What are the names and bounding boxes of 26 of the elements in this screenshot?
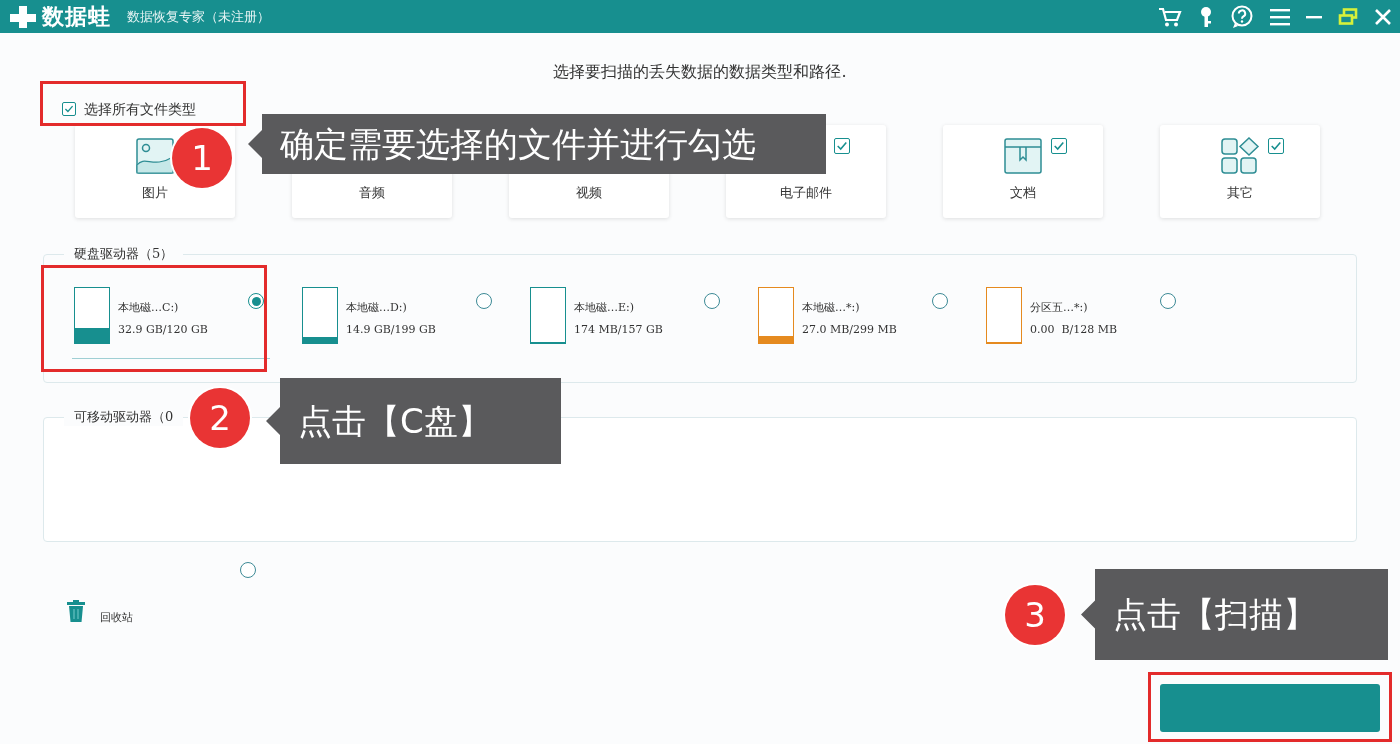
drive-name: 本地磁…E:) <box>574 300 636 316</box>
file-type-label: 电子邮件 <box>780 184 832 202</box>
section-title: 硬盘驱动器（5） <box>64 245 184 263</box>
step-tooltip: 确定需要选择的文件并进行勾选 <box>248 114 826 174</box>
file-type-label: 其它 <box>1227 184 1253 202</box>
drive-usage: 14.9 GB/199 GB <box>346 322 436 338</box>
drive-name: 本地磁…C:) <box>118 300 180 316</box>
drive-name: 分区五…*:) <box>1030 300 1089 316</box>
drive-usage: 174 MB/157 GB <box>574 322 663 338</box>
step-number: 2 <box>190 388 250 448</box>
file-type-label: 视频 <box>576 184 602 202</box>
file-type-label: 图片 <box>142 184 168 202</box>
drive-name: 本地磁…*:) <box>802 300 861 316</box>
file-type-label: 音频 <box>359 184 385 202</box>
drive-usage: 0.00 B/128 MB <box>1030 322 1118 338</box>
window-title: 数据恢复专家（未注册） <box>127 7 270 26</box>
app-logo-text: 数据蛙 <box>42 3 111 31</box>
step-tooltip: 点击【扫描】 <box>1081 569 1388 660</box>
step-tooltip: 点击【C盘】 <box>266 378 561 464</box>
drive-name: 本地磁…D:) <box>346 300 408 316</box>
drive-usage: 32.9 GB/120 GB <box>118 322 208 338</box>
drive-usage: 27.0 MB/299 MB <box>802 322 897 338</box>
step-number: 3 <box>1005 585 1065 645</box>
file-type-label: 文档 <box>1010 184 1036 202</box>
section-title: 可移动驱动器（0 <box>64 408 184 426</box>
instruction-text: 选择要扫描的丢失数据的数据类型和路径. <box>552 61 848 83</box>
